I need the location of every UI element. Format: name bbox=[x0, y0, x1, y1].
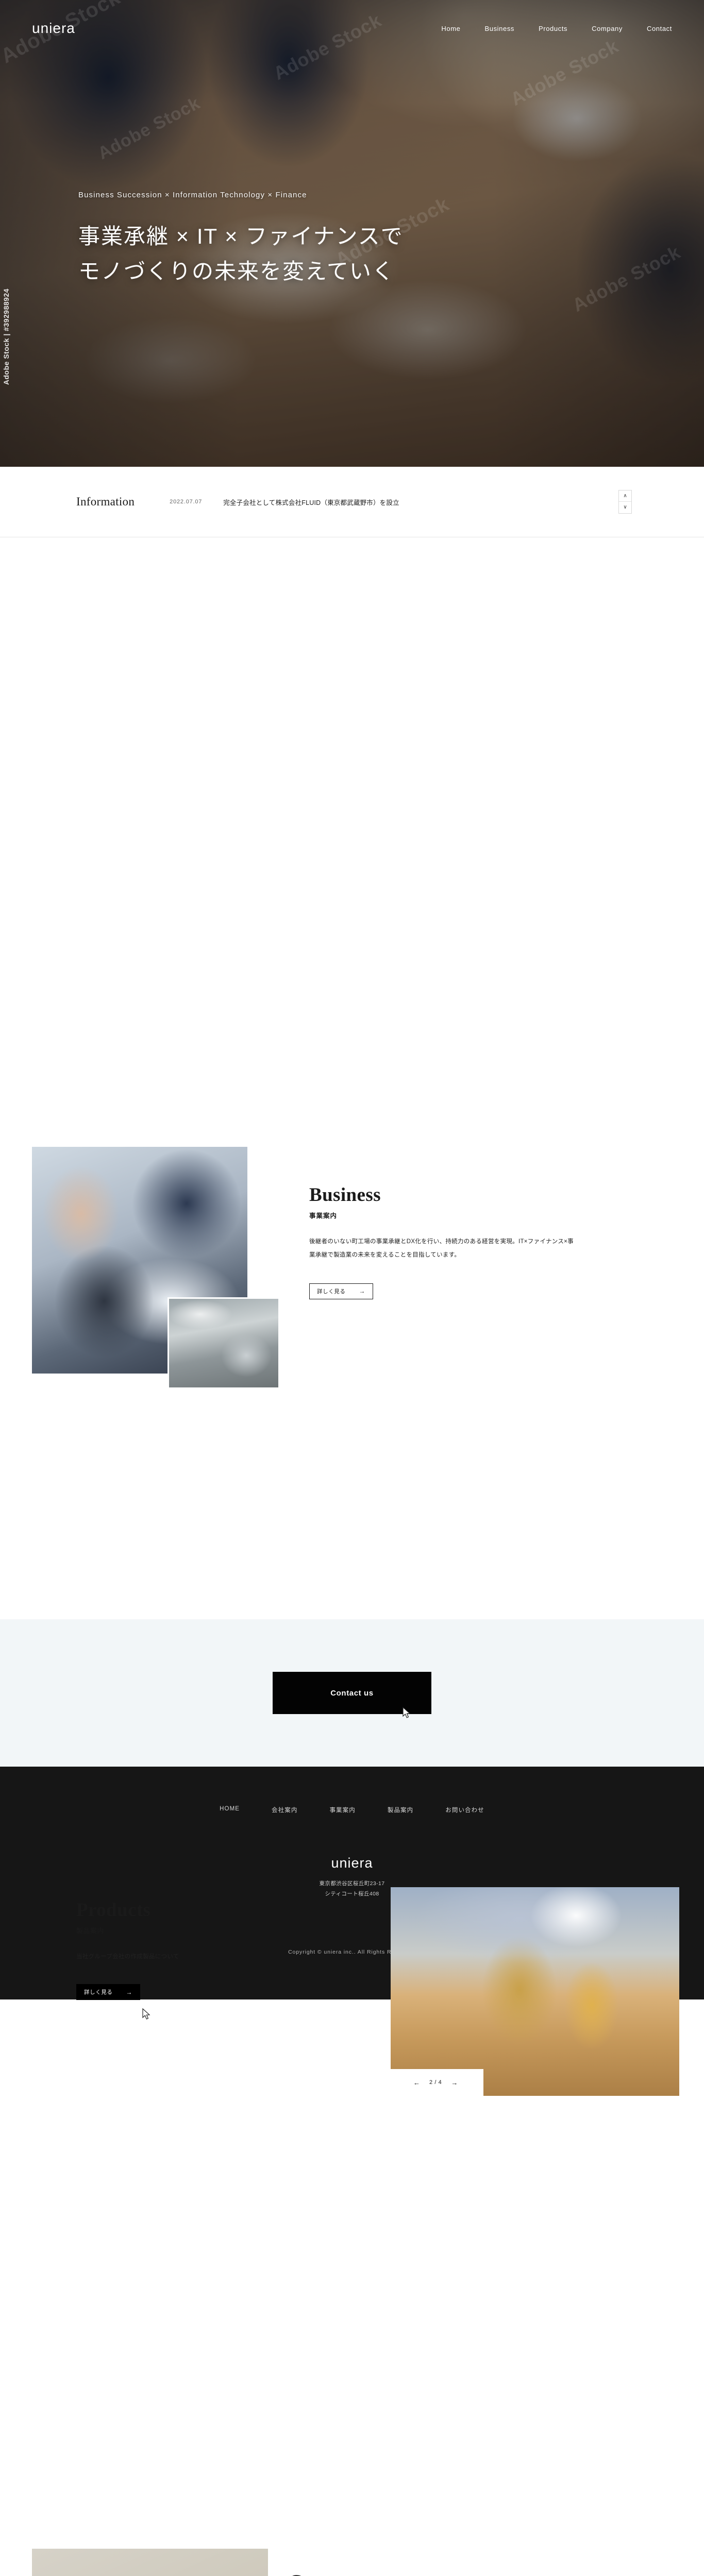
information-news-link[interactable]: 完全子会社として株式会社FLUID（東京都武蔵野市）を設立 bbox=[223, 497, 399, 507]
company-text-block: Company 会社案内 unieraグループの所在地と概要について 詳しく見る… bbox=[289, 2572, 557, 2576]
footer-link-business[interactable]: 事業案内 bbox=[329, 1806, 355, 1814]
nav-item-business[interactable]: Business bbox=[484, 25, 514, 32]
nav-item-contact[interactable]: Contact bbox=[647, 25, 672, 32]
contact-us-button[interactable]: Contact us bbox=[273, 1672, 431, 1714]
information-pager: ∧ ∨ bbox=[618, 490, 632, 514]
business-section: Business 事業案内 後継者のいない町工場の事業承継とDX化を行い、持続力… bbox=[0, 537, 704, 1389]
hero-title-line-2: モノづくりの未来を変えていく bbox=[78, 259, 395, 284]
footer-link-company[interactable]: 会社案内 bbox=[272, 1806, 297, 1814]
primary-navigation: uniera Home Business Products Company Co… bbox=[0, 0, 704, 57]
footer-link-products[interactable]: 製品案内 bbox=[388, 1806, 413, 1814]
mouse-cursor bbox=[142, 2008, 150, 2020]
hero-section: Adobe Stock Adobe Stock Adobe Stock Adob… bbox=[0, 0, 704, 467]
footer-link-contact[interactable]: お問い合わせ bbox=[445, 1806, 484, 1814]
carousel-prev-button[interactable]: ← bbox=[413, 2079, 420, 2086]
products-image bbox=[391, 1887, 679, 2096]
carousel-counter: 2 / 4 bbox=[429, 2079, 442, 2086]
footer-navigation: HOME 会社案内 事業案内 製品案内 お問い合わせ bbox=[0, 1806, 704, 1814]
information-date: 2022.07.07 bbox=[170, 499, 203, 505]
products-heading-en: Products bbox=[76, 1900, 151, 1921]
products-body-text: 当社グループ会社の作成製品について bbox=[76, 1954, 179, 1960]
products-carousel-controls: ← 2 / 4 → bbox=[391, 2069, 483, 2096]
nav-item-home[interactable]: Home bbox=[441, 25, 460, 32]
company-heading-en: Company bbox=[289, 2572, 557, 2576]
products-heading-jp: 製品案内 bbox=[76, 1927, 105, 1935]
contact-section: Contact us bbox=[0, 1619, 704, 1767]
footer-logo[interactable]: uniera bbox=[0, 1855, 704, 1871]
company-section: Company 会社案内 unieraグループの所在地と概要について 詳しく見る… bbox=[0, 1264, 704, 2576]
products-section: Products 製品案内 当社グループ会社の作成製品について 詳しく見る → … bbox=[0, 903, 704, 2096]
chevron-up-icon[interactable]: ∧ bbox=[619, 490, 631, 502]
site-logo[interactable]: uniera bbox=[32, 20, 75, 37]
hero-copy: Business Succession × Information Techno… bbox=[78, 191, 404, 289]
products-detail-button[interactable]: 詳しく見る → bbox=[76, 1984, 140, 2001]
products-detail-button-label: 詳しく見る bbox=[84, 1989, 113, 1996]
footer-link-home[interactable]: HOME bbox=[220, 1806, 240, 1814]
nav-links: Home Business Products Company Contact bbox=[441, 25, 672, 32]
chevron-down-icon[interactable]: ∨ bbox=[619, 502, 631, 513]
products-text-block: Products 製品案内 当社グループ会社の作成製品について 詳しく見る → bbox=[76, 1900, 313, 2020]
hero-title: 事業承継 × IT × ファイナンスで モノづくりの未来を変えていく bbox=[78, 219, 404, 289]
hero-title-line-1: 事業承継 × IT × ファイナンスで bbox=[78, 224, 404, 248]
adobe-stock-credit: Adobe Stock | #392988924 bbox=[2, 289, 10, 385]
information-heading: Information bbox=[76, 495, 135, 508]
hero-eyebrow: Business Succession × Information Techno… bbox=[78, 191, 307, 199]
nav-item-company[interactable]: Company bbox=[592, 25, 623, 32]
company-image bbox=[32, 2549, 268, 2576]
information-bar: Information 2022.07.07 完全子会社として株式会社FLUID… bbox=[0, 467, 704, 537]
arrow-right-icon: → bbox=[126, 1988, 132, 1996]
carousel-next-button[interactable]: → bbox=[451, 2079, 458, 2086]
nav-item-products[interactable]: Products bbox=[539, 25, 567, 32]
